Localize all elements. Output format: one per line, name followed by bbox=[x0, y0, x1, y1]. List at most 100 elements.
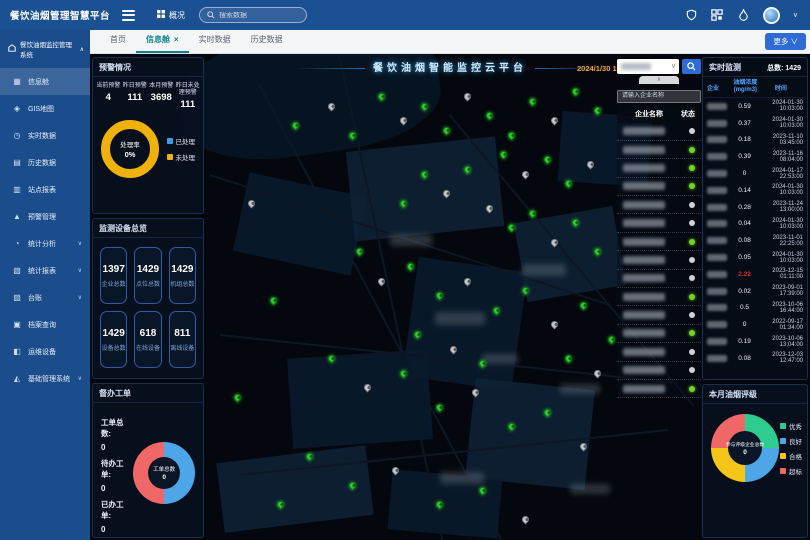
map-pin[interactable] bbox=[564, 354, 574, 364]
map-pin[interactable] bbox=[355, 247, 365, 257]
map-pin[interactable] bbox=[233, 393, 243, 403]
alarm-panel: 预警情况 当前预警4昨日预警111本月预警3698昨日未处理预警111 处理率 … bbox=[92, 57, 204, 214]
tab-历史数据[interactable]: 历史数据 bbox=[241, 34, 293, 53]
enterprise-select[interactable]: ∨ bbox=[617, 59, 679, 74]
chevron-down-icon[interactable]: ∨ bbox=[793, 11, 798, 19]
apps-icon[interactable] bbox=[711, 9, 724, 22]
sidebar-item-archive[interactable]: ▣档案查询 bbox=[0, 311, 90, 338]
realtime-row[interactable]: 0.082023-12-03 12:47:00 bbox=[703, 350, 807, 367]
sidebar-item-gis[interactable]: ◈GIS地图 bbox=[0, 95, 90, 122]
sidebar-section-header[interactable]: 餐饮油烟监控管理系统 ∧ bbox=[0, 30, 90, 68]
enterprise-row[interactable] bbox=[617, 233, 701, 251]
map-pin[interactable] bbox=[485, 111, 495, 121]
legend-item[interactable]: 超标 bbox=[780, 466, 802, 476]
sidebar-item-device[interactable]: ◧运维设备 bbox=[0, 338, 90, 365]
map-pin[interactable] bbox=[441, 125, 451, 135]
map-pin[interactable] bbox=[434, 402, 444, 412]
map-pin[interactable] bbox=[542, 155, 552, 165]
realtime-row[interactable]: 0.052024-01-30 10:03:00 bbox=[703, 249, 807, 266]
map-pin[interactable] bbox=[571, 87, 581, 97]
map-pin[interactable] bbox=[521, 169, 531, 179]
map-pin[interactable] bbox=[549, 320, 559, 330]
topbar-tab-overview[interactable]: 概况 bbox=[157, 10, 185, 21]
realtime-row[interactable]: 0.142024-01-30 10:03:00 bbox=[703, 182, 807, 199]
legend-item[interactable]: 合格 bbox=[780, 451, 802, 461]
enterprise-row[interactable] bbox=[617, 325, 701, 343]
enterprise-row[interactable] bbox=[617, 288, 701, 306]
sidebar-item-realtime[interactable]: ◷实时数据 bbox=[0, 122, 90, 149]
collapse-toggle[interactable]: ∧ bbox=[639, 76, 679, 84]
enterprise-row[interactable] bbox=[617, 214, 701, 232]
legend-item[interactable]: 良好 bbox=[780, 436, 802, 446]
search-input[interactable] bbox=[219, 12, 299, 19]
realtime-row[interactable]: 0.372024-01-30 10:03:00 bbox=[703, 115, 807, 132]
avatar[interactable] bbox=[763, 7, 780, 24]
density-value: 0.28 bbox=[733, 204, 756, 211]
map-pin[interactable] bbox=[463, 91, 473, 101]
enterprise-row[interactable] bbox=[617, 380, 701, 398]
close-icon[interactable]: × bbox=[174, 35, 179, 44]
map-pin[interactable] bbox=[607, 334, 617, 344]
enterprise-row[interactable] bbox=[617, 123, 701, 141]
realtime-row[interactable]: 0.022023-09-01 17:39:00 bbox=[703, 283, 807, 300]
enterprise-row[interactable] bbox=[617, 178, 701, 196]
map-pin[interactable] bbox=[499, 150, 509, 160]
sidebar-item-system[interactable]: ◭基础管理系统∨ bbox=[0, 365, 90, 392]
top-bar: 餐饮油烟管理智慧平台 概况 ∨ bbox=[0, 0, 810, 30]
legend-item[interactable]: 已处理 bbox=[167, 136, 196, 146]
realtime-row[interactable]: 2.222023-12-15 01:11:00 bbox=[703, 266, 807, 283]
realtime-row[interactable]: 0.042024-01-30 10:03:00 bbox=[703, 216, 807, 233]
enterprise-row[interactable] bbox=[617, 141, 701, 159]
enterprise-row[interactable] bbox=[617, 159, 701, 177]
sidebar-item-label: 档案查询 bbox=[28, 320, 56, 330]
map-pin[interactable] bbox=[269, 296, 279, 306]
map-pin[interactable] bbox=[506, 130, 516, 140]
alarm-stat-label: 昨日未处理预警 bbox=[175, 83, 202, 97]
map-pin[interactable] bbox=[528, 96, 538, 106]
enterprise-name-input[interactable] bbox=[617, 90, 701, 103]
status-dot bbox=[689, 349, 695, 355]
tab-信息舱[interactable]: 信息舱× bbox=[136, 34, 189, 53]
realtime-row[interactable]: 0.592024-01-30 10:03:00 bbox=[703, 98, 807, 115]
enterprise-row[interactable] bbox=[617, 362, 701, 380]
realtime-row[interactable]: 02024-01-17 22:53:00 bbox=[703, 165, 807, 182]
flame-icon[interactable] bbox=[737, 9, 750, 22]
alarm-stat: 昨日未处理预警111 bbox=[175, 83, 202, 110]
shield-icon[interactable] bbox=[685, 9, 698, 22]
realtime-row[interactable]: 02022-09-17 01:34:00 bbox=[703, 316, 807, 333]
reading-time: 2023-09-01 17:39:00 bbox=[756, 285, 803, 297]
enterprise-search-button[interactable] bbox=[682, 59, 701, 74]
enterprise-row[interactable] bbox=[617, 196, 701, 214]
map-pin[interactable] bbox=[593, 368, 603, 378]
map-pin[interactable] bbox=[578, 300, 588, 310]
realtime-row[interactable]: 0.392023-11-16 08:04:00 bbox=[703, 148, 807, 165]
status-dot bbox=[689, 312, 695, 318]
tab-实时数据[interactable]: 实时数据 bbox=[189, 34, 241, 53]
more-button[interactable]: 更多 ∨ bbox=[765, 33, 806, 50]
realtime-row[interactable]: 0.192023-10-06 13:04:00 bbox=[703, 333, 807, 350]
enterprise-row[interactable] bbox=[617, 270, 701, 288]
tab-首页[interactable]: 首页 bbox=[100, 34, 136, 53]
realtime-row[interactable]: 0.282023-11-24 13:00:00 bbox=[703, 199, 807, 216]
sidebar-item-report[interactable]: ▥站点报表 bbox=[0, 176, 90, 203]
enterprise-row[interactable] bbox=[617, 343, 701, 361]
reading-time: 2024-01-30 10:03:00 bbox=[756, 252, 803, 264]
legend-item[interactable]: 优秀 bbox=[780, 421, 802, 431]
map-pin[interactable] bbox=[521, 514, 531, 524]
enterprise-row[interactable] bbox=[617, 306, 701, 324]
enterprise-row[interactable] bbox=[617, 251, 701, 269]
workorder-stat-label: 待办工单: bbox=[101, 458, 133, 480]
realtime-row[interactable]: 0.52023-10-06 16:44:00 bbox=[703, 300, 807, 317]
sidebar-item-ledger[interactable]: ▨台账∨ bbox=[0, 284, 90, 311]
legend-item[interactable]: 未处理 bbox=[167, 152, 196, 162]
realtime-row[interactable]: 0.082023-11-01 22:25:00 bbox=[703, 232, 807, 249]
sidebar-item-alarm[interactable]: ▲预警管理 bbox=[0, 203, 90, 230]
map-pin[interactable] bbox=[549, 116, 559, 126]
sidebar-item-statement[interactable]: ▧统计报表∨ bbox=[0, 257, 90, 284]
map-pin[interactable] bbox=[405, 262, 415, 272]
sidebar-item-analysis[interactable]: ◔统计分析∨ bbox=[0, 230, 90, 257]
sidebar-item-history[interactable]: ▤历史数据 bbox=[0, 149, 90, 176]
sidebar-item-dashboard[interactable]: ▦信息舱 bbox=[0, 68, 90, 95]
menu-toggle-icon[interactable] bbox=[122, 7, 135, 23]
realtime-row[interactable]: 0.182023-11-10 03:45:00 bbox=[703, 132, 807, 149]
